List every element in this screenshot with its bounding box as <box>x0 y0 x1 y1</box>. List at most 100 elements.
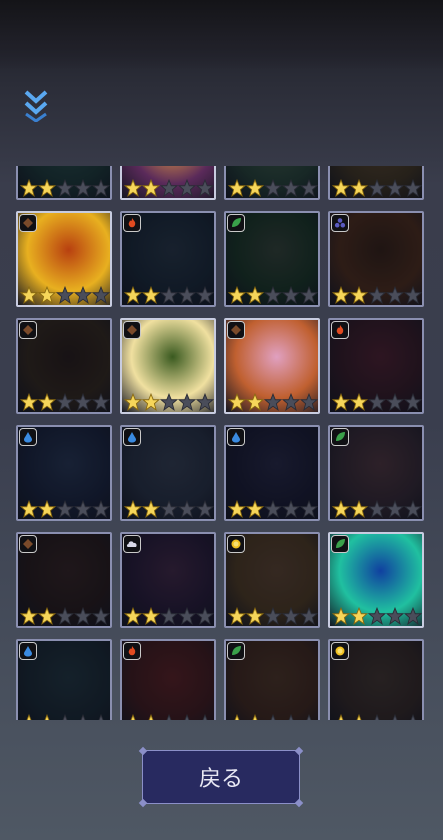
character-card[interactable] <box>16 425 112 521</box>
star-empty-icon <box>264 393 282 411</box>
star-filled-icon <box>20 286 38 304</box>
fire-element-icon <box>123 214 141 232</box>
character-card[interactable] <box>120 166 216 200</box>
star-rating <box>124 500 214 518</box>
star-empty-icon <box>282 607 300 625</box>
star-empty-icon <box>178 179 196 197</box>
character-card[interactable] <box>328 639 424 720</box>
character-card[interactable] <box>16 318 112 414</box>
star-rating <box>124 393 214 411</box>
star-filled-icon <box>142 607 160 625</box>
star-empty-icon <box>300 393 318 411</box>
star-empty-icon <box>386 393 404 411</box>
dark-element-icon <box>331 214 349 232</box>
star-filled-icon <box>148 714 154 720</box>
star-empty-icon <box>282 286 300 304</box>
star-rating <box>228 500 318 518</box>
back-button[interactable]: 戻る <box>138 746 304 808</box>
star-rating <box>20 607 110 625</box>
star-empty-icon <box>196 179 214 197</box>
character-card[interactable] <box>224 318 320 414</box>
star-filled-icon <box>142 393 160 411</box>
star-filled-icon <box>332 286 350 304</box>
star-rating <box>20 179 110 197</box>
star-empty-icon <box>368 607 386 625</box>
star-filled-icon <box>228 500 246 518</box>
star-empty-icon <box>92 607 110 625</box>
character-card[interactable] <box>120 211 216 307</box>
star-empty-icon <box>178 607 196 625</box>
star-rating <box>332 714 422 720</box>
star-rating <box>228 714 318 720</box>
star-empty-icon <box>282 179 300 197</box>
star-empty-icon <box>196 393 214 411</box>
star-filled-icon <box>20 393 38 411</box>
star-filled-icon <box>228 179 246 197</box>
star-empty-icon <box>300 286 318 304</box>
star-filled-icon <box>124 607 142 625</box>
water-element-icon <box>123 428 141 446</box>
star-empty-icon <box>56 500 74 518</box>
earth-element-icon <box>19 214 37 232</box>
star-filled-icon <box>26 714 32 720</box>
character-card[interactable] <box>16 639 112 720</box>
star-empty-icon <box>196 286 214 304</box>
star-empty-icon <box>178 393 196 411</box>
star-filled-icon <box>350 179 368 197</box>
star-rating <box>332 286 422 304</box>
star-empty-icon <box>56 393 74 411</box>
star-empty-icon <box>306 714 312 720</box>
light-element-icon <box>331 642 349 660</box>
character-card[interactable] <box>120 318 216 414</box>
star-empty-icon <box>264 286 282 304</box>
double-chevron-down-icon[interactable] <box>20 88 52 123</box>
star-empty-icon <box>404 286 422 304</box>
character-card[interactable] <box>328 166 424 200</box>
star-empty-icon <box>160 607 178 625</box>
star-filled-icon <box>350 286 368 304</box>
character-card[interactable] <box>16 166 112 200</box>
star-filled-icon <box>246 393 264 411</box>
star-filled-icon <box>20 607 38 625</box>
water-element-icon <box>19 428 37 446</box>
character-card[interactable] <box>224 166 320 200</box>
star-empty-icon <box>56 179 74 197</box>
leaf-element-icon <box>227 642 245 660</box>
star-empty-icon <box>410 714 416 720</box>
character-card[interactable] <box>224 532 320 628</box>
star-filled-icon <box>20 179 38 197</box>
character-card[interactable] <box>224 639 320 720</box>
star-empty-icon <box>300 607 318 625</box>
star-empty-icon <box>264 179 282 197</box>
star-filled-icon <box>38 286 56 304</box>
star-empty-icon <box>386 607 404 625</box>
character-card[interactable] <box>224 211 320 307</box>
star-filled-icon <box>124 500 142 518</box>
star-rating <box>124 607 214 625</box>
earth-element-icon <box>227 321 245 339</box>
star-rating <box>124 179 214 197</box>
character-card[interactable] <box>224 425 320 521</box>
star-empty-icon <box>184 714 190 720</box>
leaf-element-icon <box>227 214 245 232</box>
character-card[interactable] <box>16 211 112 307</box>
star-empty-icon <box>404 179 422 197</box>
star-rating <box>228 286 318 304</box>
star-empty-icon <box>166 714 172 720</box>
character-card[interactable] <box>328 532 424 628</box>
character-card[interactable] <box>120 532 216 628</box>
star-filled-icon <box>356 714 362 720</box>
character-card[interactable] <box>328 318 424 414</box>
star-empty-icon <box>404 393 422 411</box>
character-grid-viewport[interactable] <box>0 166 443 720</box>
earth-element-icon <box>19 321 37 339</box>
character-card[interactable] <box>120 639 216 720</box>
star-empty-icon <box>74 500 92 518</box>
character-card[interactable] <box>328 425 424 521</box>
character-card[interactable] <box>120 425 216 521</box>
character-card[interactable] <box>328 211 424 307</box>
star-empty-icon <box>92 286 110 304</box>
star-empty-icon <box>300 500 318 518</box>
star-filled-icon <box>228 607 246 625</box>
character-card[interactable] <box>16 532 112 628</box>
